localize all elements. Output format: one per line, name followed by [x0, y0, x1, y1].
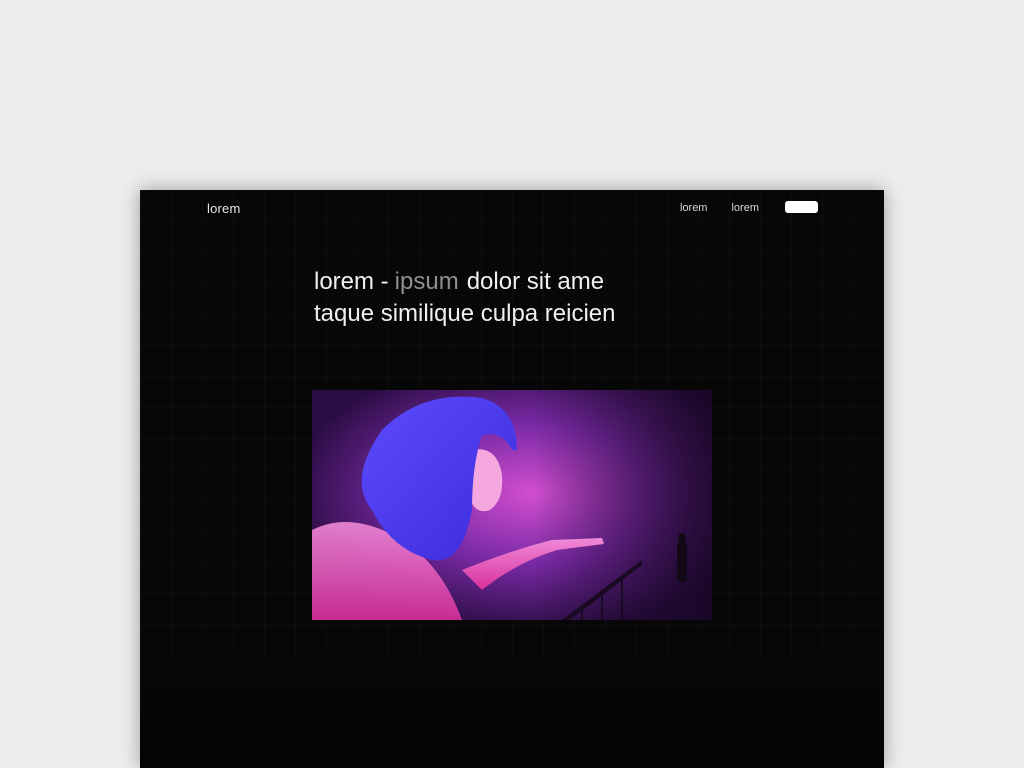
- hero-image: [312, 390, 712, 620]
- website-mockup: lorem lorem lorem lorem - ipsum dolor sit …: [140, 190, 884, 768]
- hero-heading-accent: ipsum: [394, 268, 459, 295]
- neon-portrait-illustration: [312, 390, 712, 620]
- brand-logo[interactable]: lorem: [207, 201, 241, 216]
- hero-heading-part2: dolor sit ame: [466, 268, 605, 295]
- nav-links: lorem lorem: [680, 202, 759, 214]
- hero-heading-line2: taque similique culpa reicien: [314, 300, 616, 327]
- bottom-fade: [140, 618, 884, 768]
- hero-heading: lorem - ipsum dolor sit ame taque similiqu…: [314, 266, 734, 330]
- nav-link-1[interactable]: lorem: [680, 202, 708, 214]
- nav-link-2[interactable]: lorem: [731, 202, 759, 214]
- top-navbar: lorem lorem lorem: [140, 190, 884, 226]
- hero-heading-part1: lorem -: [314, 268, 389, 295]
- nav-cta-button[interactable]: [785, 201, 818, 213]
